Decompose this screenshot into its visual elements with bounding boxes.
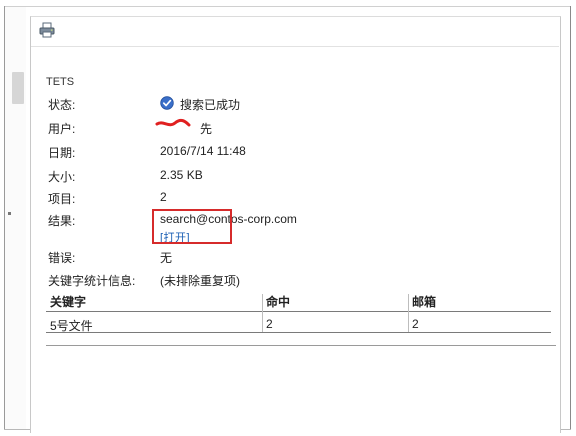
- table-bottom-border: [46, 332, 551, 333]
- table-column-divider: [408, 294, 409, 332]
- keyword-stats-table: 关键字 命中 邮箱 5号文件 2 2: [46, 293, 551, 338]
- splitter-grip[interactable]: [8, 212, 11, 215]
- error-value: 无: [160, 251, 173, 265]
- left-pane-scrollbar-thumb[interactable]: [12, 72, 24, 104]
- items-label: 项目:: [48, 192, 76, 206]
- highlight-box: [152, 209, 232, 244]
- left-pane: [5, 7, 26, 429]
- table-cell-mailboxes: 2: [412, 317, 419, 331]
- table-header-keyword: 关键字: [50, 295, 87, 309]
- print-button[interactable]: [38, 21, 56, 39]
- printer-icon: [39, 22, 55, 38]
- keyword-stats-value: (未排除重复项): [160, 274, 240, 288]
- size-label: 大小:: [48, 170, 76, 184]
- toolbar-divider: [31, 46, 559, 47]
- date-value: 2016/7/14 11:48: [160, 144, 246, 158]
- table-header-hits: 命中: [266, 295, 291, 309]
- size-value: 2.35 KB: [160, 168, 203, 182]
- date-label: 日期:: [48, 146, 76, 160]
- status-value: 搜索已成功: [180, 98, 241, 112]
- status-label: 状态:: [48, 98, 76, 112]
- screenshot-border-right: [570, 6, 571, 430]
- table-cell-hits: 2: [266, 317, 273, 331]
- checkmark-circle-icon: [160, 96, 174, 110]
- error-label: 错误:: [48, 251, 76, 265]
- screenshot-border-top: [4, 6, 571, 7]
- user-label: 用户:: [48, 122, 76, 136]
- redaction-scribble: [155, 118, 191, 127]
- table-header-divider: [46, 311, 551, 312]
- toolbar: [31, 17, 559, 46]
- table-header-mailboxes: 邮箱: [412, 295, 437, 309]
- table-column-divider: [262, 294, 263, 332]
- result-label: 结果:: [48, 214, 76, 228]
- search-title: TETS: [46, 76, 75, 88]
- user-value: 先: [200, 122, 213, 136]
- keyword-stats-label: 关键字统计信息:: [48, 274, 136, 288]
- items-value: 2: [160, 190, 167, 204]
